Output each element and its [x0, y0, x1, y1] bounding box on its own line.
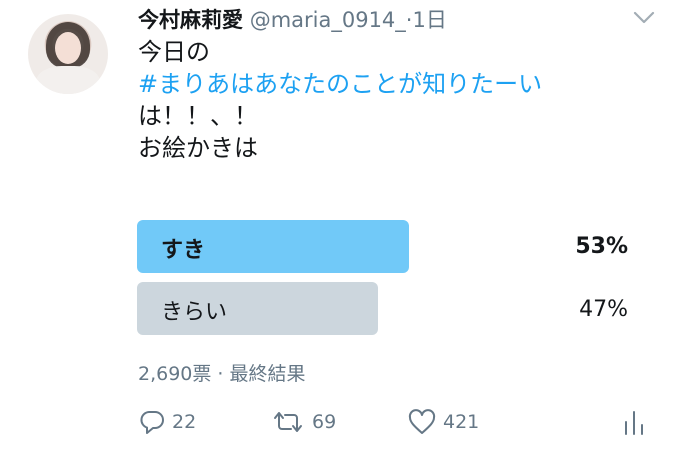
poll-meta: 2,690票 · 最終結果: [138, 363, 306, 385]
retweet-icon: [274, 412, 302, 432]
hashtag-link[interactable]: #まりあはあなたのことが知りたーい: [138, 68, 542, 100]
poll-option-bar[interactable]: きらい: [137, 282, 378, 335]
like-count: 421: [443, 411, 480, 433]
tweet-text-line: は！！、！: [138, 102, 258, 130]
chevron-down-icon[interactable]: [632, 10, 656, 26]
poll-option-label: すき: [161, 238, 206, 263]
analytics-button[interactable]: [622, 404, 646, 440]
reply-icon: [140, 411, 164, 434]
like-icon: [408, 409, 436, 434]
author-name[interactable]: 今村麻莉愛: [138, 8, 243, 32]
tweet-text: 今日の #まりあはあなたのことが知りたーい は！！、！ お絵かきは: [138, 36, 542, 164]
author-handle[interactable]: @maria_0914_: [250, 8, 406, 32]
poll-option-bar[interactable]: すき: [137, 220, 409, 273]
tweet-header: 今村麻莉愛 @maria_0914_·1日: [138, 4, 447, 34]
tweet-timestamp[interactable]: 1日: [412, 8, 446, 32]
reply-button[interactable]: 22: [138, 404, 196, 440]
poll-option-label: きらい: [161, 300, 228, 325]
avatar[interactable]: [28, 14, 108, 94]
retweet-count: 69: [312, 411, 337, 433]
like-button[interactable]: 421: [407, 404, 479, 440]
poll-option-percent: 47%: [579, 297, 628, 322]
tweet-text-line: お絵かきは: [138, 134, 258, 162]
poll-option-percent: 53%: [575, 234, 628, 259]
analytics-icon: [625, 411, 643, 435]
retweet-button[interactable]: 69: [270, 404, 336, 440]
tweet-text-line: 今日の: [138, 38, 210, 66]
reply-count: 22: [172, 411, 197, 433]
